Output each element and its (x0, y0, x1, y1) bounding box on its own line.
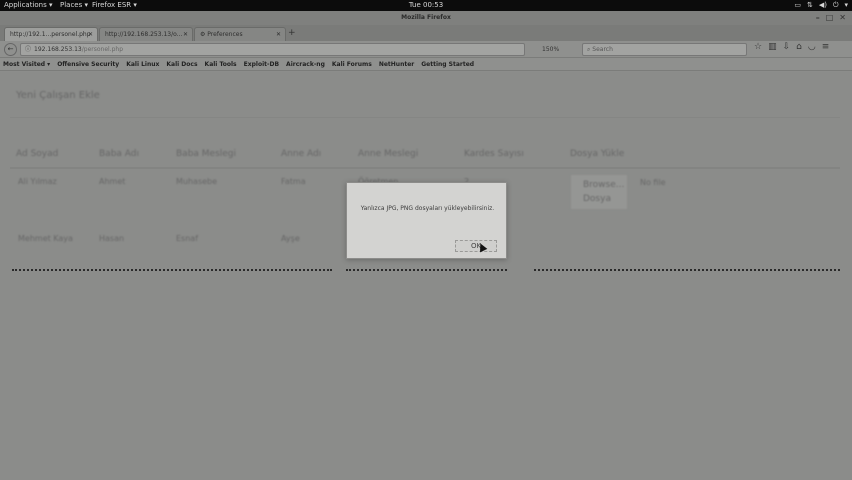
table-cell: Hasan (99, 234, 125, 243)
column-header: Baba Meslegi (176, 149, 237, 159)
ok-button[interactable]: OK (455, 240, 497, 252)
row-divider (346, 269, 507, 271)
back-button[interactable]: ← (4, 43, 17, 56)
column-header: Anne Meslegi (358, 149, 419, 159)
column-header: Kardes Sayısı (464, 149, 524, 159)
clock[interactable]: Tue 00:53 (0, 0, 852, 11)
url-bar[interactable]: ⓘ 192.168.253.13/personel.php (20, 43, 525, 56)
url-host: 192.168.253.13 (34, 46, 82, 53)
table-cell: Ali Yılmaz (18, 177, 57, 186)
bookmarks-toolbar: Most Visited ▾ Offensive Security Kali L… (0, 58, 852, 71)
column-header: Anne Adı (281, 149, 322, 159)
tab-strip: http://192.1...personel.php ✕ http://192… (0, 25, 852, 41)
maximize-icon[interactable]: □ (826, 11, 834, 25)
bookmark-getting-started[interactable]: Getting Started (421, 58, 474, 70)
close-icon[interactable]: ✕ (276, 28, 281, 41)
column-header: Dosya Yükle (570, 149, 625, 159)
close-icon[interactable]: ✕ (183, 28, 188, 41)
page-title: Yeni Çalışan Ekle (16, 90, 100, 101)
bookmark-kali-forums[interactable]: Kali Forums (332, 58, 372, 70)
new-tab-button[interactable]: + (288, 27, 296, 40)
bookmark-offensive-security[interactable]: Offensive Security (57, 58, 119, 70)
bookmark-kali-tools[interactable]: Kali Tools (205, 58, 237, 70)
bookmark-kali-docs[interactable]: Kali Docs (166, 58, 197, 70)
page-content: Yeni Çalışan Ekle Ad Soyad Baba Adı Baba… (0, 72, 852, 480)
bookmark-exploit-db[interactable]: Exploit-DB (244, 58, 279, 70)
hamburger-menu-icon[interactable]: ≡ (822, 42, 830, 52)
url-path: /personel.php (81, 46, 124, 53)
close-icon[interactable]: ✕ (88, 28, 93, 41)
tab-label: http://192.168.253.13/o... (105, 31, 183, 38)
pocket-icon[interactable]: ◡ (808, 42, 816, 52)
window-title-bar: Mozilla Firefox – □ ✕ (0, 11, 852, 25)
tab-label: http://192.1...personel.php (10, 31, 91, 38)
close-icon[interactable]: ✕ (839, 11, 846, 25)
alert-message: Yanlızca JPG, PNG dosyaları yükleyebilir… (360, 205, 495, 212)
power-icon: ⏻ (832, 1, 839, 9)
system-tray[interactable]: ▭ ⇅ ◀) ⏻ ▾ (794, 0, 848, 11)
navigation-bar: ← ⓘ 192.168.253.13/personel.php 150% ⌕ Se… (0, 41, 852, 58)
table-cell: Muhasebe (176, 177, 218, 186)
table-cell: Ayşe (281, 234, 300, 243)
screen-icon: ▭ (794, 1, 801, 9)
home-icon[interactable]: ⌂ (796, 42, 802, 52)
table-cell: Mehmet Kaya (18, 234, 73, 243)
minimize-icon[interactable]: – (816, 11, 820, 25)
form-table (10, 117, 840, 169)
table-cell: Esnaf (176, 234, 199, 243)
bookmark-nethunter[interactable]: NetHunter (379, 58, 414, 70)
system-top-bar: Applications ▾ Places ▾ Firefox ESR ▾ Tu… (0, 0, 852, 11)
bookmark-most-visited[interactable]: Most Visited ▾ (3, 58, 50, 70)
row-divider (12, 269, 332, 271)
tab-personel[interactable]: http://192.1...personel.php ✕ (4, 27, 98, 41)
row-divider (534, 269, 840, 271)
tab-label: Preferences (207, 31, 243, 38)
bookmark-aircrack-ng[interactable]: Aircrack-ng (286, 58, 325, 70)
file-browse-label-2: Dosya (583, 194, 611, 204)
tab-second[interactable]: http://192.168.253.13/o... ✕ (99, 27, 193, 41)
info-icon[interactable]: ⓘ (25, 46, 31, 53)
column-header: Ad Soyad (16, 149, 59, 159)
file-browse-button[interactable]: Browse... Dosya (570, 174, 628, 210)
arrow-left-icon: ← (7, 45, 14, 53)
file-browse-label: Browse... (583, 180, 625, 190)
network-icon: ⇅ (806, 1, 813, 9)
library-icon[interactable]: ▥ (768, 42, 777, 52)
search-input[interactable]: ⌕ Search (582, 43, 747, 56)
bookmark-kali-linux[interactable]: Kali Linux (126, 58, 159, 70)
toolbar-buttons: ☆ ▥ ⇩ ⌂ ◡ ≡ (754, 42, 829, 52)
window-controls: – □ ✕ (816, 11, 846, 25)
table-cell: Ahmet (99, 177, 126, 186)
tab-preferences[interactable]: ⚙ Preferences ✕ (194, 27, 286, 41)
column-header: Baba Adı (99, 149, 139, 159)
search-placeholder: Search (592, 46, 613, 53)
window-title: Mozilla Firefox (401, 14, 451, 21)
star-icon[interactable]: ☆ (754, 42, 762, 52)
volume-icon: ◀) (818, 1, 827, 9)
no-file-label: No file (640, 178, 666, 187)
zoom-level[interactable]: 150% (542, 43, 559, 56)
chevron-down-icon: ▾ (844, 1, 848, 9)
table-cell: Fatma (281, 177, 306, 186)
download-icon[interactable]: ⇩ (783, 42, 791, 52)
